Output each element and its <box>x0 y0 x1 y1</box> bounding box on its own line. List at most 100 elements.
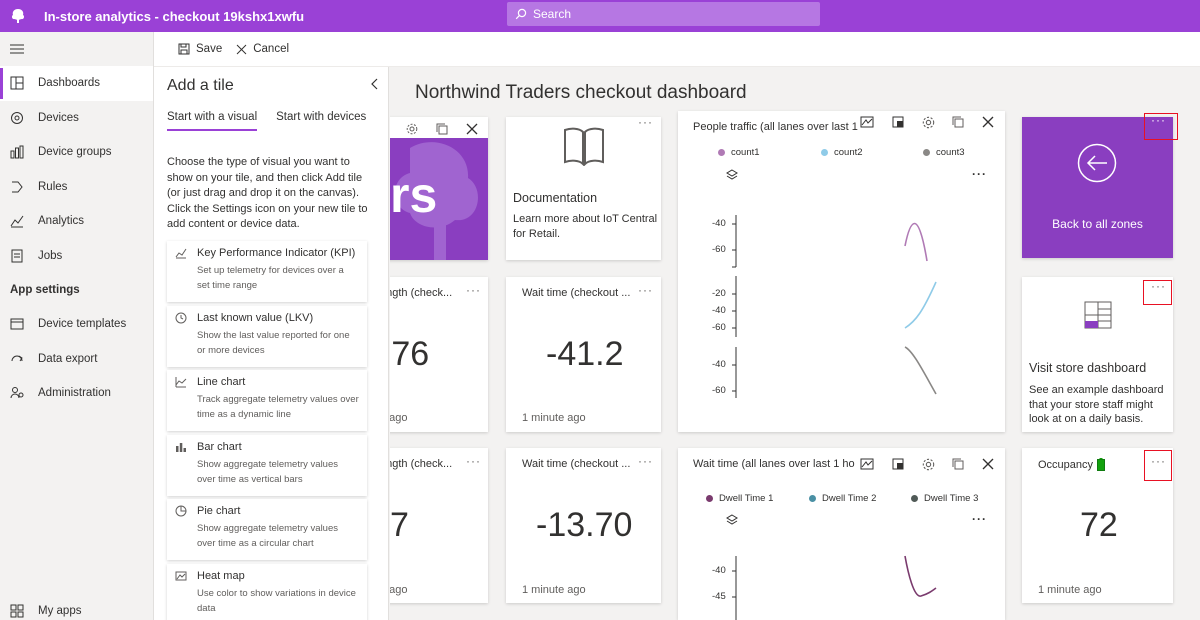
nav-label: Administration <box>38 387 111 400</box>
heat-map-icon <box>175 570 189 582</box>
wait-time-chart <box>732 555 937 620</box>
rules-icon <box>10 180 24 194</box>
visual-item-heat-map[interactable]: Heat map Use color to show variations in… <box>167 563 367 620</box>
series-line-dwell-time-1 <box>904 555 937 597</box>
kpi-value: -13.70 <box>536 506 633 544</box>
highlight-box-3 <box>1144 450 1172 481</box>
visual-name: Last known value (LKV) <box>197 311 314 324</box>
visual-item-lkv[interactable]: Last known value (LKV) Show the last val… <box>167 305 367 367</box>
dashboard-title: Northwind Traders checkout dashboard <box>415 82 747 103</box>
kpi-value: -76 <box>390 335 430 373</box>
visual-item-kpi[interactable]: Key Performance Indicator (KPI) Set up t… <box>167 241 367 302</box>
visual-name: Heat map <box>197 569 245 582</box>
visit-store-title: Visit store dashboard <box>1029 361 1147 375</box>
save-icon <box>178 43 190 55</box>
wait-time-title: Wait time (checkout ... <box>522 458 631 470</box>
analytics-icon <box>10 214 24 228</box>
save-button[interactable]: Save <box>178 43 222 55</box>
visual-name: Bar chart <box>197 440 242 453</box>
wait-time-all-lanes-tile[interactable]: Wait time (all lanes over last 1 ho Dwel… <box>678 448 1005 620</box>
app-title: In-store analytics - checkout 19kshx1xwf… <box>44 8 305 24</box>
visual-name: Line chart <box>197 376 246 388</box>
people-traffic-chart <box>732 215 937 398</box>
wait-time-tile-2[interactable]: Wait time (checkout ... ··· -13.70 1 min… <box>506 448 661 603</box>
administration-icon <box>10 386 24 400</box>
queue-length-tile-1[interactable]: ength (check... ··· -76 e ago <box>390 277 488 432</box>
search-input[interactable]: Search <box>507 2 820 26</box>
highlight-box-1 <box>1144 113 1178 140</box>
kpi-value: 7 <box>390 506 409 544</box>
nav-item-rules[interactable]: Rules <box>0 170 153 205</box>
nav-label: My apps <box>38 605 82 617</box>
visual-description: Show aggregate telemetry values over tim… <box>197 458 338 485</box>
queue-length-title: ength (check... <box>390 287 453 299</box>
tab-start-with-visual[interactable]: Start with a visual <box>167 111 258 131</box>
highlight-box-2 <box>1143 280 1172 305</box>
nav-label: Analytics <box>38 215 85 228</box>
line-chart-icon <box>175 376 189 388</box>
nav-item-analytics[interactable]: Analytics <box>0 204 153 239</box>
dashboard-icon <box>10 76 24 90</box>
settings-icon[interactable] <box>406 123 418 135</box>
more-options-icon[interactable]: ··· <box>466 283 481 297</box>
documentation-tile[interactable]: ··· Documentation Learn more about IoT C… <box>506 117 661 260</box>
more-options-icon[interactable]: ··· <box>638 117 653 129</box>
wait-time-tile-1[interactable]: Wait time (checkout ... ··· -41.2 1 minu… <box>506 277 661 432</box>
more-options-icon[interactable]: ··· <box>466 454 481 468</box>
visual-list: Key Performance Indicator (KPI) Set up t… <box>167 241 367 620</box>
search-placeholder: Search <box>533 7 572 21</box>
cancel-label: Cancel <box>253 43 290 55</box>
nav-label: Jobs <box>38 249 63 262</box>
kpi-icon <box>175 247 189 259</box>
more-options-icon[interactable]: ··· <box>638 454 653 468</box>
battery-icon <box>1097 458 1106 471</box>
visual-item-pie-chart[interactable]: Pie chart Show aggregate telemetry value… <box>167 499 367 560</box>
nav-item-my-apps[interactable]: My apps <box>0 600 153 620</box>
people-traffic-tile[interactable]: People traffic (all lanes over last 1 co… <box>678 111 1005 432</box>
data-export-icon <box>10 352 24 366</box>
apps-grid-icon <box>10 604 24 618</box>
back-arrow-icon <box>1077 143 1117 183</box>
logo-image: rs <box>390 138 488 260</box>
visual-item-bar-chart[interactable]: Bar chart Show aggregate telemetry value… <box>167 434 367 496</box>
queue-length-title: ength (check... <box>390 458 453 470</box>
visit-store-text: See an example dashboard that your store… <box>1029 384 1164 425</box>
nav-item-dashboards[interactable]: Dashboards <box>0 66 153 101</box>
pie-chart-icon <box>175 505 189 517</box>
collapse-pane-chevron-left-icon[interactable] <box>370 77 380 94</box>
more-options-icon[interactable]: ··· <box>638 283 653 297</box>
left-nav: Dashboards Devices Device groups Rules A… <box>0 32 154 620</box>
tab-start-with-devices[interactable]: Start with devices <box>276 111 366 131</box>
cancel-button[interactable]: Cancel <box>236 43 289 55</box>
top-bar: In-store analytics - checkout 19kshx1xwf… <box>0 0 1200 32</box>
logo-tile[interactable]: rs <box>390 117 488 260</box>
visual-description: Use color to show variations in device d… <box>197 587 356 614</box>
visual-description: Show aggregate telemetry values over tim… <box>197 523 338 549</box>
nav-item-data-export[interactable]: Data export <box>0 342 153 377</box>
last-updated: e ago <box>390 412 408 424</box>
kpi-value: 72 <box>1080 506 1118 544</box>
series-line-count1 <box>904 222 928 262</box>
pane-tabs: Start with a visual Start with devices <box>167 111 385 131</box>
nav-item-jobs[interactable]: Jobs <box>0 239 153 274</box>
visual-item-line-chart[interactable]: Line chart Track aggregate telemetry val… <box>167 370 367 431</box>
bar-chart-icon <box>175 441 189 453</box>
devices-icon <box>10 111 24 125</box>
nav-item-device-groups[interactable]: Device groups <box>0 135 153 170</box>
search-icon <box>515 8 527 20</box>
command-bar: Save Cancel <box>154 32 1200 67</box>
tree-logo-icon[interactable] <box>0 0 36 32</box>
nav-item-administration[interactable]: Administration <box>0 376 153 411</box>
queue-length-tile-2[interactable]: ength (check... ··· 7 e ago <box>390 448 488 603</box>
hamburger-menu-icon[interactable] <box>0 32 153 66</box>
visual-description: Track aggregate telemetry values over ti… <box>197 394 359 420</box>
nav-item-devices[interactable]: Devices <box>0 101 153 136</box>
visual-name: Pie chart <box>197 505 241 517</box>
nav-item-device-templates[interactable]: Device templates <box>0 307 153 342</box>
device-templates-icon <box>10 317 24 331</box>
copy-icon[interactable] <box>436 123 448 135</box>
close-icon[interactable] <box>466 123 478 135</box>
nav-label: Dashboards <box>38 77 101 90</box>
nav-section-app-settings: App settings <box>10 284 80 296</box>
nav-label: Devices <box>38 111 79 124</box>
